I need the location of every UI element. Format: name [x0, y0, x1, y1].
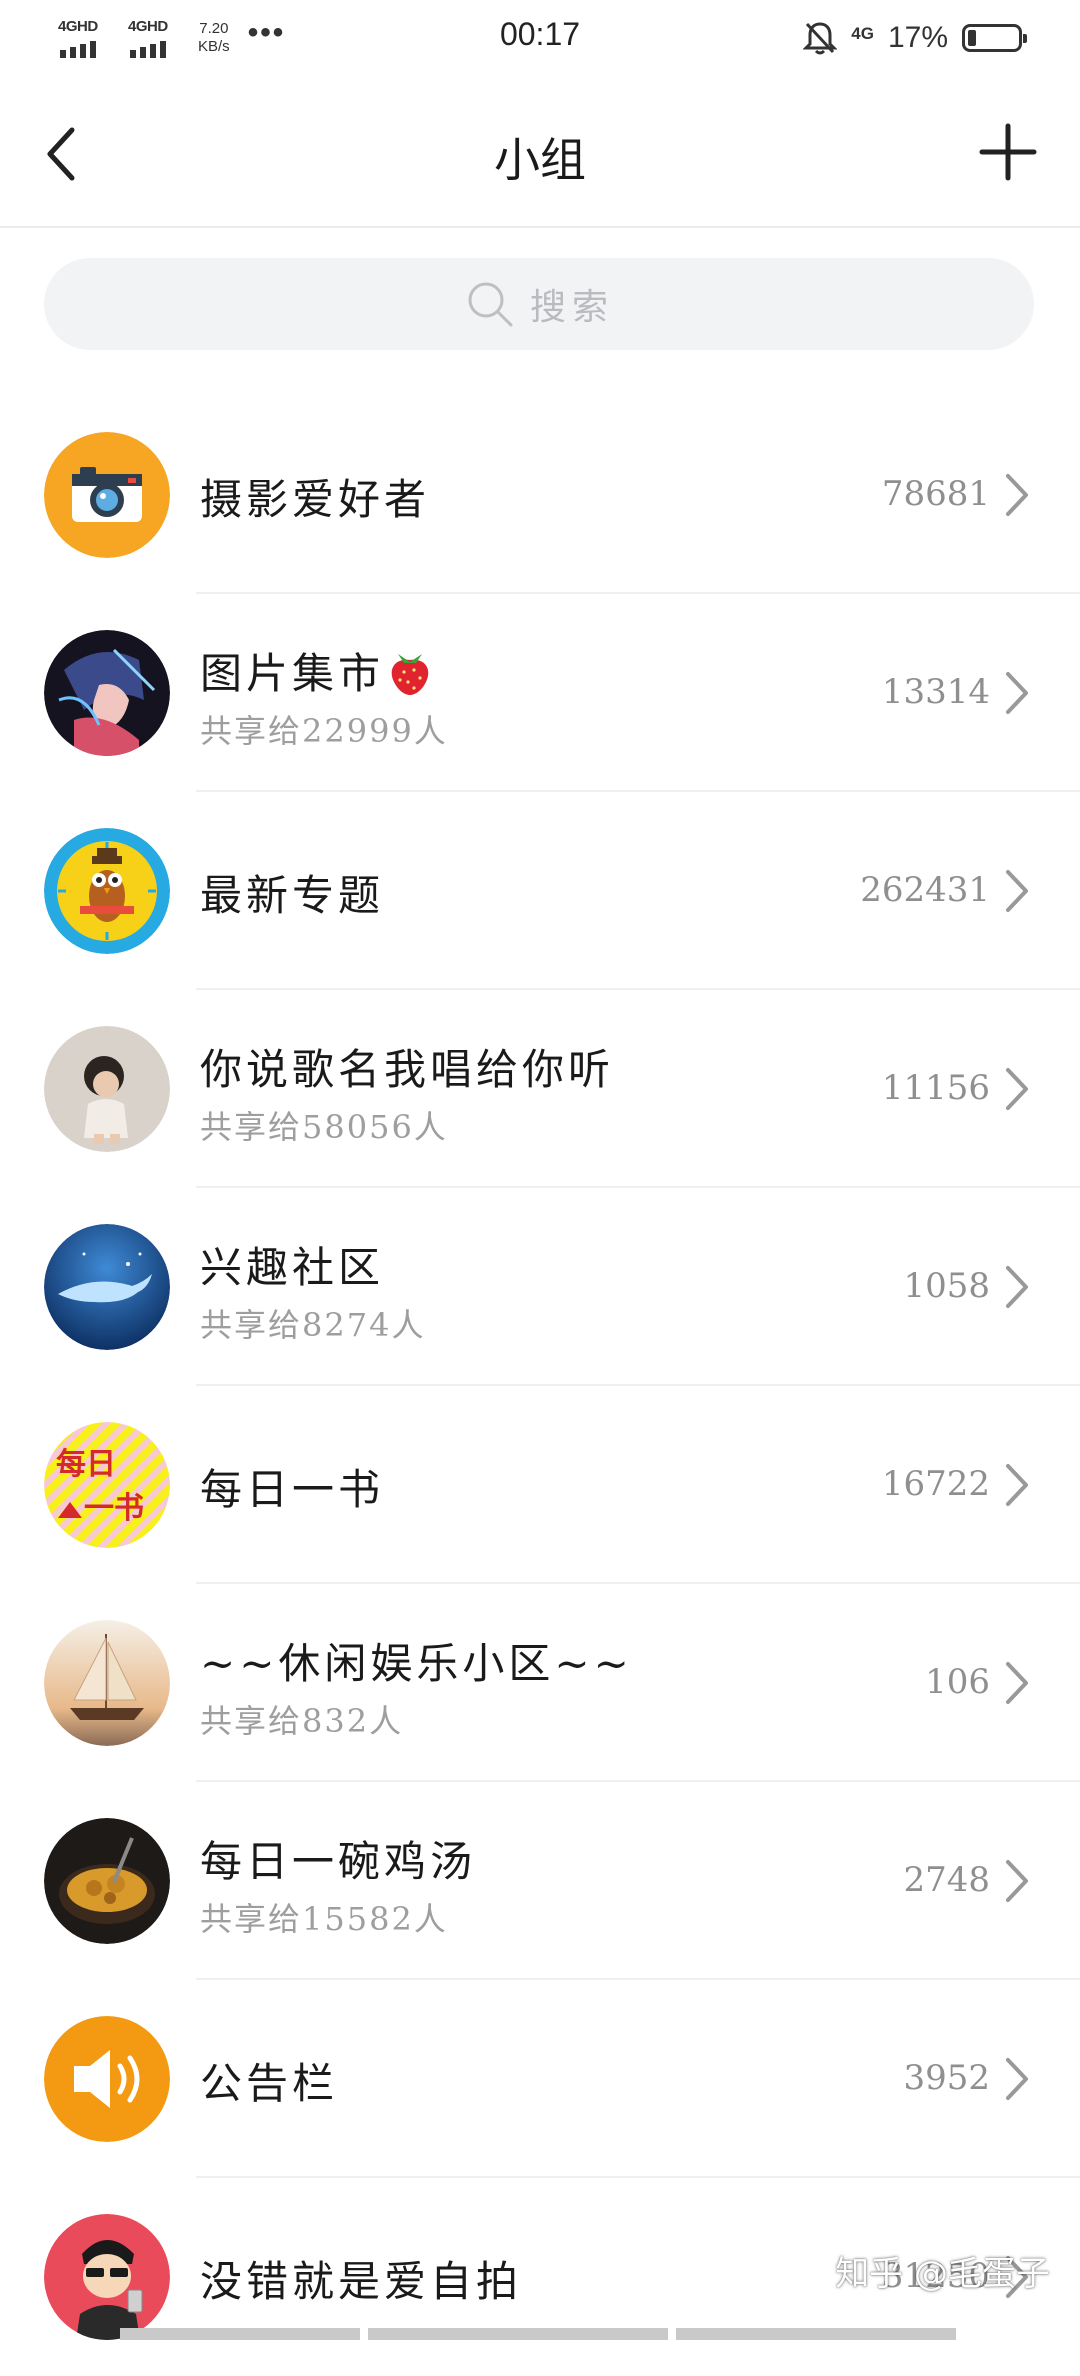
list-item[interactable]: 摄影爱好者 78681	[0, 396, 1080, 594]
group-name: 兴趣社区	[200, 1243, 385, 1292]
group-count: 262431	[860, 870, 990, 910]
list-item[interactable]: 每日 一书 每日一书 16722	[0, 1386, 1080, 1584]
status-bar: 4GHD 4GHD 7.20 KB/s ••• 00:17 4G 17%	[0, 0, 1080, 80]
chevron-right-icon	[1006, 1860, 1028, 1902]
list-item[interactable]: 最新专题 262431	[0, 792, 1080, 990]
group-share-count: 共享给15582人	[200, 1900, 448, 1938]
anime-portrait-avatar	[44, 630, 170, 756]
nav-bar: 小组	[0, 80, 1080, 228]
chevron-right-icon	[1006, 672, 1028, 714]
group-count: 11156	[881, 1068, 990, 1108]
strawberry-icon	[391, 654, 429, 695]
list-item[interactable]: 兴趣社区 共享给8274人 1058	[0, 1188, 1080, 1386]
group-count: 13314	[881, 672, 990, 712]
group-name: ~~休闲娱乐小区~~	[200, 1639, 633, 1688]
group-count: 1058	[903, 1266, 990, 1306]
battery-percent: 17%	[887, 21, 948, 54]
bell-muted-icon	[803, 22, 838, 55]
selfie-cartoon-avatar	[44, 2214, 170, 2340]
group-share-count: 共享给22999人	[200, 712, 448, 750]
group-count: 16722	[881, 1464, 990, 1504]
soup-bowl-avatar	[44, 1818, 170, 1944]
group-name: 摄影爱好者	[200, 475, 431, 524]
avatar-text: 一书	[84, 1491, 144, 1526]
group-count: 78681	[881, 474, 990, 514]
search-icon	[468, 282, 513, 327]
group-name: 你说歌名我唱给你听	[200, 1045, 615, 1094]
chevron-right-icon	[1006, 2058, 1028, 2100]
group-name-text: 图片集市	[200, 649, 385, 698]
chevron-right-icon	[1006, 1266, 1028, 1308]
group-name: 最新专题	[200, 871, 385, 920]
group-count: 2748	[903, 1860, 990, 1900]
search-input[interactable]: 搜索	[44, 258, 1034, 350]
add-group-button[interactable]	[978, 122, 1038, 182]
chevron-right-icon	[1006, 870, 1028, 912]
whale-ocean-avatar	[44, 1224, 170, 1350]
group-name: 每日一碗鸡汤	[200, 1837, 477, 1886]
chevron-right-icon	[1006, 1068, 1028, 1110]
search-placeholder: 搜索	[529, 287, 614, 328]
group-share-count: 共享给832人	[200, 1702, 404, 1740]
page-title: 小组	[494, 133, 586, 187]
plus-icon	[979, 123, 1037, 181]
avatar-text: 每日	[56, 1447, 116, 1482]
group-list: 摄影爱好者 78681 图片集市 共享给22999人 13314 最新专题 26…	[0, 396, 1080, 2376]
book-logo-avatar: 每日 一书	[44, 1422, 170, 1548]
group-share-count: 共享给58056人	[200, 1108, 448, 1146]
watermark: 知乎 @毛蛋子	[835, 2254, 1050, 2294]
group-count: 3952	[903, 2058, 990, 2098]
owl-clock-avatar	[44, 828, 170, 954]
sailboat-avatar	[44, 1620, 170, 1746]
bottom-indicator	[120, 2328, 960, 2340]
list-item[interactable]: ~~休闲娱乐小区~~ 共享给832人 106	[0, 1584, 1080, 1782]
speaker-avatar	[44, 2016, 170, 2142]
camera-avatar	[44, 432, 170, 558]
network-type: 4G	[851, 24, 874, 43]
chevron-right-icon	[1006, 474, 1028, 516]
list-item[interactable]: 每日一碗鸡汤 共享给15582人 2748	[0, 1782, 1080, 1980]
group-name: 图片集市	[200, 640, 434, 701]
group-name: 每日一书	[200, 1465, 385, 1514]
chevron-right-icon	[1006, 1464, 1028, 1506]
child-photo-avatar	[44, 1026, 170, 1152]
group-share-count: 共享给8274人	[200, 1306, 426, 1344]
group-name: 没错就是爱自拍	[200, 2257, 523, 2306]
battery-icon	[962, 24, 1027, 52]
list-item[interactable]: 图片集市 共享给22999人 13314	[0, 594, 1080, 792]
chevron-right-icon	[1006, 1662, 1028, 1704]
list-item[interactable]: 你说歌名我唱给你听 共享给58056人 11156	[0, 990, 1080, 1188]
list-item[interactable]: 公告栏 3952	[0, 1980, 1080, 2178]
group-name: 公告栏	[200, 2059, 339, 2108]
group-count: 106	[925, 1662, 990, 1702]
